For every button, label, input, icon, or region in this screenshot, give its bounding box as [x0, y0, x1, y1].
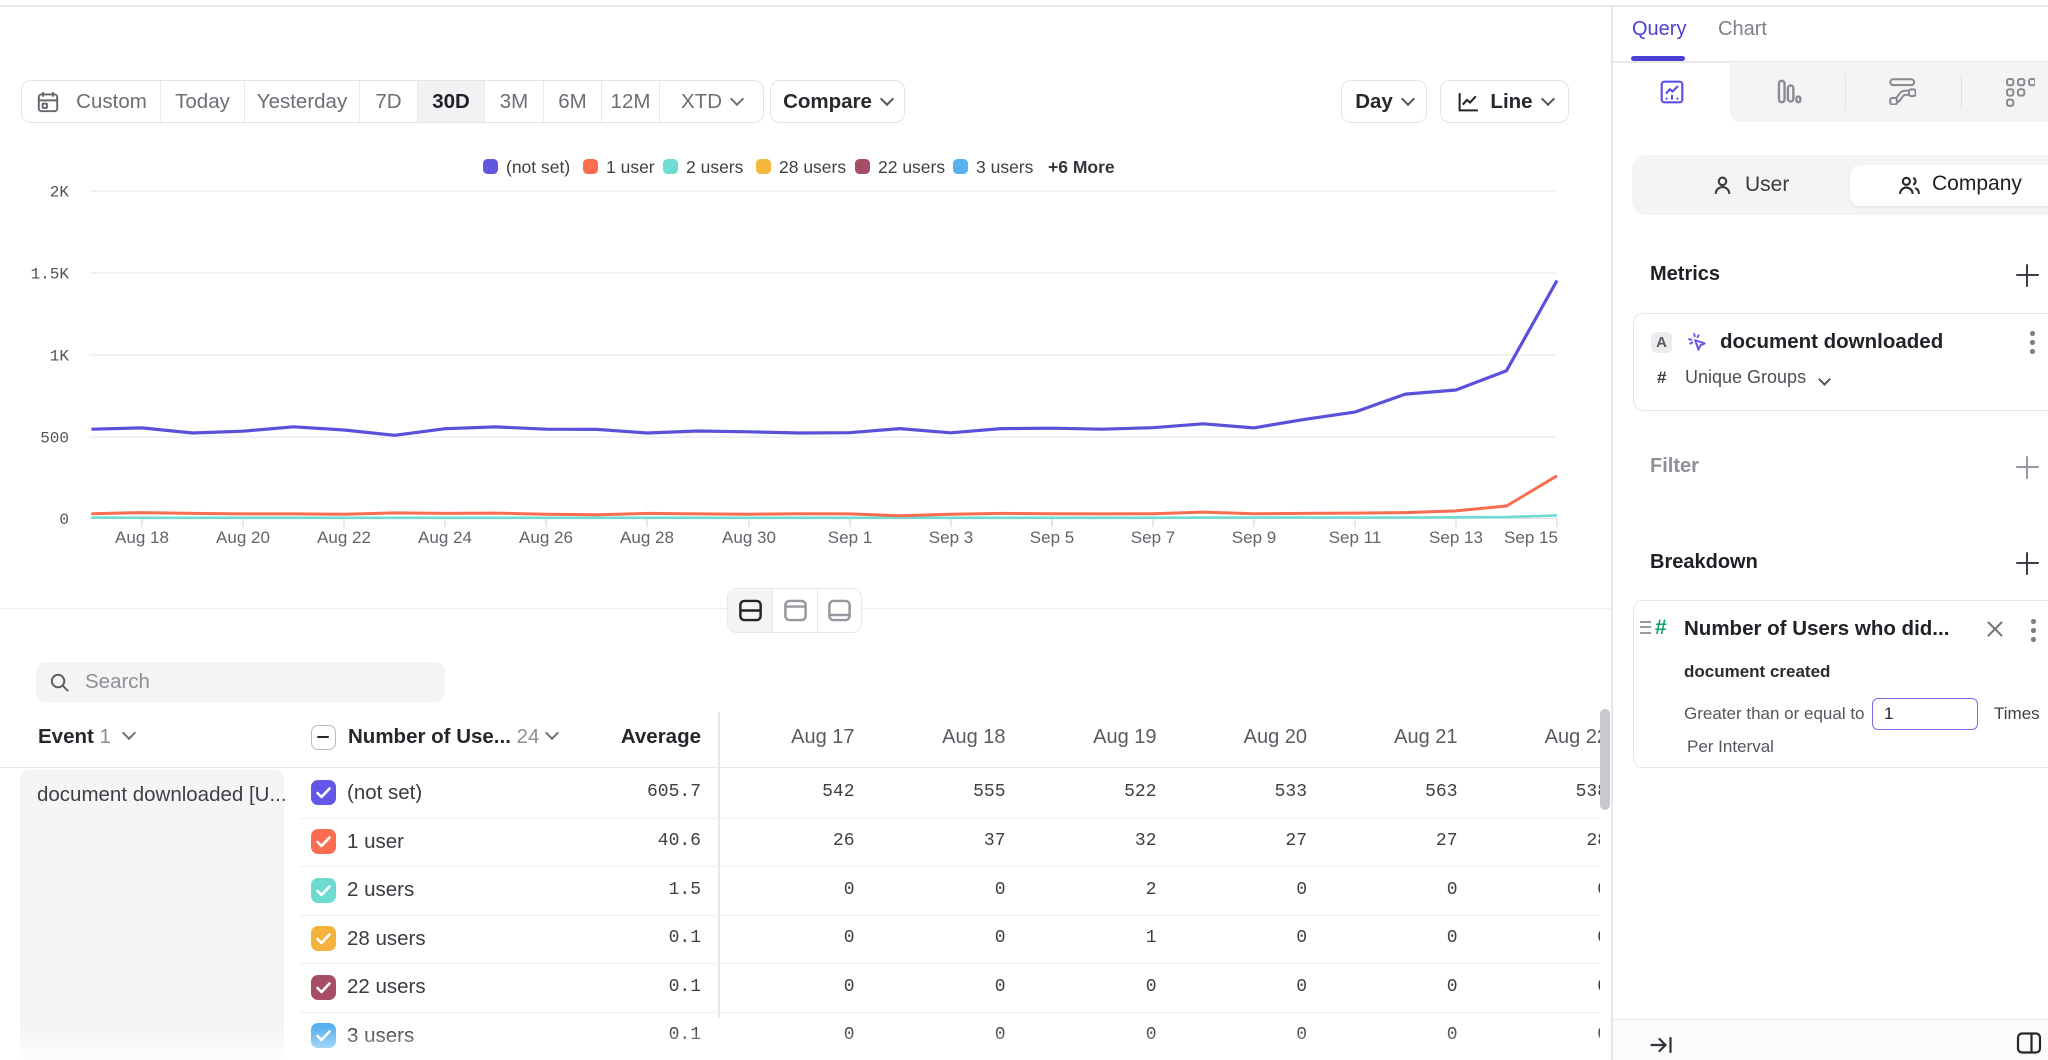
svg-text:Sep 13: Sep 13 [1429, 528, 1483, 547]
svg-text:Aug 22: Aug 22 [317, 528, 371, 547]
svg-text:Sep 9: Sep 9 [1232, 528, 1276, 547]
svg-text:Sep 3: Sep 3 [929, 528, 973, 547]
svg-text:Sep 1: Sep 1 [828, 528, 872, 547]
svg-text:Sep 11: Sep 11 [1329, 528, 1382, 547]
svg-text:Aug 18: Aug 18 [115, 528, 169, 547]
svg-text:Sep 15: Sep 15 [1504, 528, 1558, 547]
svg-text:1.5K: 1.5K [31, 266, 70, 284]
svg-text:500: 500 [40, 430, 69, 448]
svg-text:0: 0 [59, 511, 69, 529]
svg-text:Aug 30: Aug 30 [722, 528, 776, 547]
svg-text:Aug 26: Aug 26 [519, 528, 573, 547]
svg-text:Aug 28: Aug 28 [620, 528, 674, 547]
svg-text:Aug 24: Aug 24 [418, 528, 472, 547]
svg-text:2K: 2K [50, 184, 70, 202]
svg-text:1K: 1K [50, 348, 70, 366]
svg-text:Aug 20: Aug 20 [216, 528, 270, 547]
svg-text:Sep 7: Sep 7 [1131, 528, 1175, 547]
svg-text:Sep 5: Sep 5 [1030, 528, 1074, 547]
